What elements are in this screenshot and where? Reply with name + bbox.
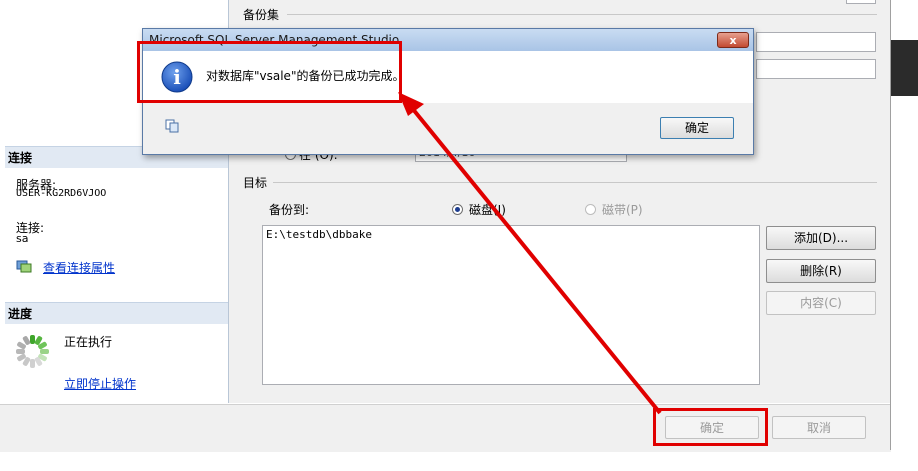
annotation-arrow bbox=[398, 92, 662, 415]
arrow-head bbox=[398, 92, 424, 116]
arrow-shaft bbox=[410, 106, 662, 415]
